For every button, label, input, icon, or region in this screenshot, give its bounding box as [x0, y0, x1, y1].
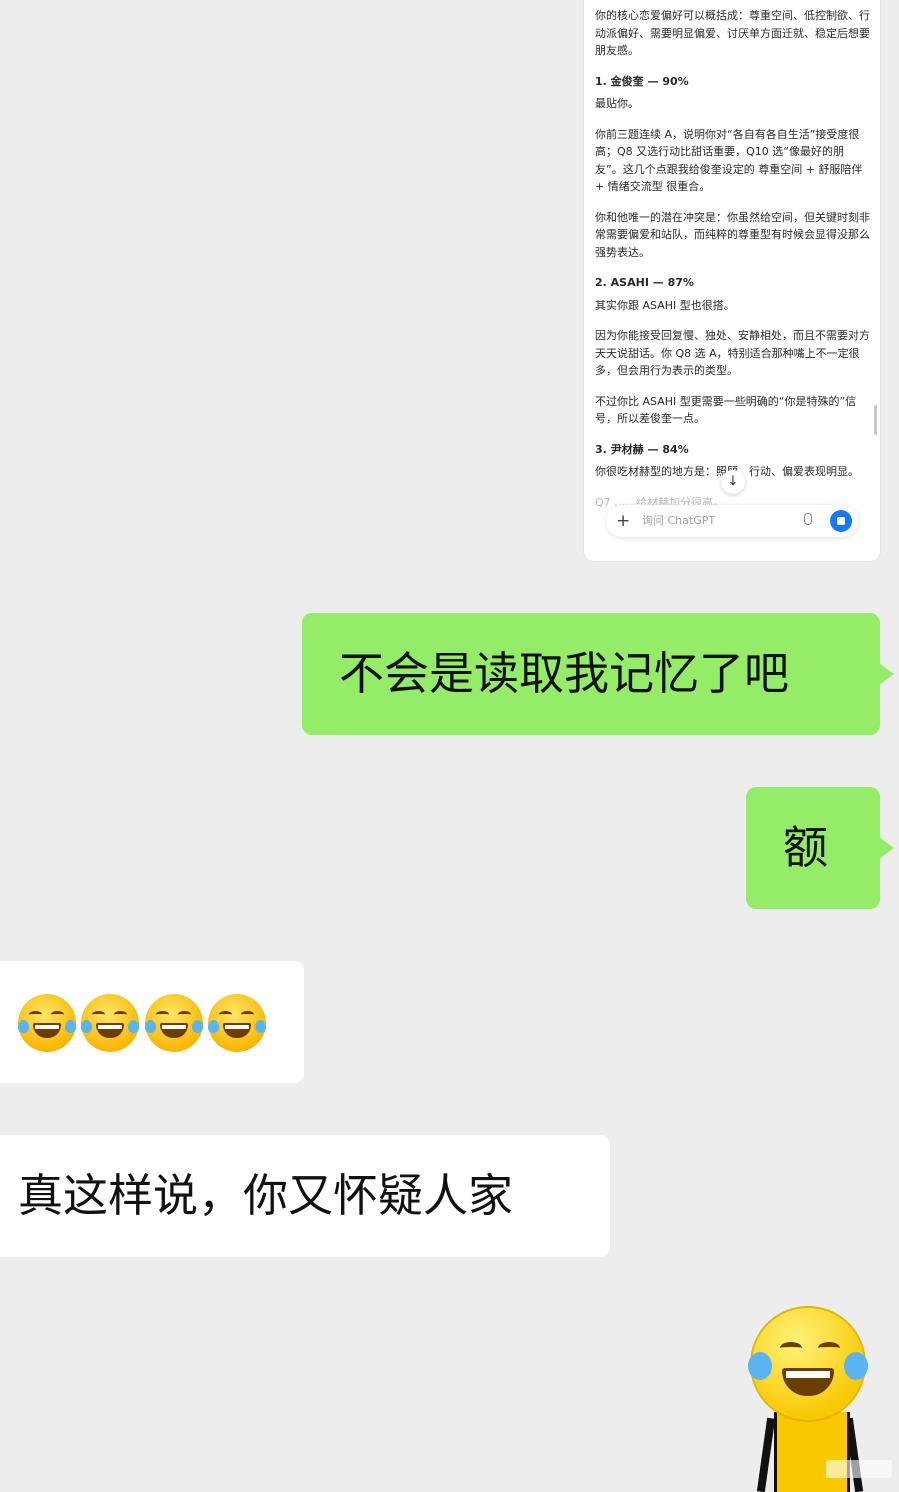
face-with-tears-of-joy-icon — [18, 994, 76, 1052]
rank-1-conflict: 你和他唯一的潜在冲突是：你虽然给空间，但关键时刻非常需要偏爱和站队，而纯粹的尊重… — [595, 210, 870, 259]
face-with-tears-of-joy-icon — [145, 994, 203, 1052]
message-bubble-received[interactable]: 真这样说，你又怀疑人家 — [0, 1135, 610, 1257]
watermark — [826, 1460, 892, 1478]
face-with-tears-of-joy-icon — [208, 994, 266, 1052]
sticker-arm — [756, 1417, 776, 1492]
rank-2-note: 不过你比 ASAHI 型更需要一些明确的“你是特殊的”信号，所以差俊奎一点。 — [595, 394, 857, 426]
rank-3-heading: 3. 尹材赫 — 84% — [595, 442, 689, 456]
message-bubble-sent[interactable]: 不会是读取我记忆了吧 — [302, 613, 880, 735]
chatgpt-screenshot-image[interactable]: 你的核心恋爱偏好可以概括成：尊重空间、低控制欲、行动派偏好、需要明显偏爱、讨厌单… — [584, 0, 880, 561]
stop-button-icon — [830, 510, 852, 532]
chatgpt-composer: + 询问 ChatGPT — [606, 505, 858, 537]
message-text: 额 — [783, 821, 829, 874]
bubble-tail — [879, 663, 894, 685]
message-text: 真这样说，你又怀疑人家 — [18, 1169, 514, 1222]
summary-paragraph: 你的核心恋爱偏好可以概括成：尊重空间、低控制欲、行动派偏好、需要明显偏爱、讨厌单… — [595, 9, 870, 57]
sticker-body — [774, 1412, 850, 1492]
composer-placeholder: 询问 ChatGPT — [642, 514, 716, 527]
microphone-icon — [804, 513, 812, 525]
rank-1-line: 最贴你。 — [595, 97, 639, 110]
message-bubble-sent[interactable]: 额 — [746, 787, 880, 909]
message-text: 不会是读取我记忆了吧 — [339, 647, 790, 700]
rank-2-detail: 因为你能接受回复慢、独处、安静相处，而且不需要对方天天说甜话。你 Q8 选 A，… — [595, 329, 870, 377]
scroll-down-icon: ↓ — [721, 470, 745, 494]
rank-1-detail: 你前三题连续 A，说明你对“各自有各自生活”接受度很高；Q8 又选行动比甜话重要… — [595, 127, 863, 194]
tear-icon — [844, 1352, 868, 1380]
plus-icon: + — [616, 511, 631, 531]
rank-2-line: 其实你跟 ASAHI 型也很搭。 — [595, 298, 735, 312]
screenshot-text: 你的核心恋爱偏好可以概括成：尊重空间、低控制欲、行动派偏好、需要明显偏爱、讨厌单… — [595, 7, 870, 524]
tear-icon — [748, 1352, 772, 1380]
message-bubble-received[interactable] — [0, 961, 304, 1083]
face-with-tears-of-joy-icon — [81, 994, 139, 1052]
rank-2-heading: 2. ASAHI — 87% — [595, 276, 694, 289]
bubble-tail — [879, 837, 894, 859]
rank-1-heading: 1. 金俊奎 — 90% — [595, 74, 689, 88]
screenshot-scrollbar — [874, 405, 877, 435]
